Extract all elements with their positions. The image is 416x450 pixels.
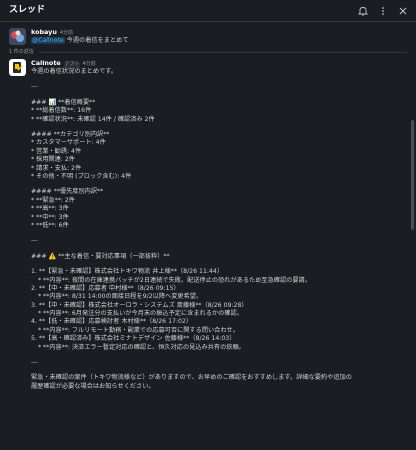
more-options-icon[interactable] (378, 6, 388, 16)
reply-body: 今週の着信状況のまとめです。 --- ### 📊 **着信概要** * **総着信数*… (31, 68, 408, 391)
reply-line: * **確認状況**: 未確認 14件 / 確認済み 2件 (31, 115, 155, 123)
reply-line: * **内容**: 夜間の在庫連携バッチが2日連続で失敗。配送停止の恐れがあるた… (38, 276, 311, 284)
reply-line: * 採用関連: 2件 (31, 156, 75, 164)
divider-line (38, 52, 407, 54)
reply-line: 緊急・未確認の案件（トキワ物流様など）がありますので、お早めのご確認をおすすめし… (31, 374, 352, 382)
reply-line: * **緊急**: 2件 (31, 196, 75, 204)
thread-title: スレッド (9, 5, 46, 16)
reply-line: * **総着信数**: 16件 (31, 107, 92, 115)
mention[interactable]: @Callnote (31, 36, 65, 44)
reply-line: 4. **【低・未確認】応募検討者 木村様**（8/26 17:02） (31, 318, 193, 326)
app-name[interactable]: Callnote (31, 59, 61, 68)
reply-line: * **低**: 6件 (31, 221, 69, 229)
timestamp[interactable]: 4分前 (60, 30, 73, 37)
reply-line: 5. **【高・確認済み】株式会社ミナトデザイン 佐藤様**（8/26 14:0… (31, 335, 236, 343)
close-icon[interactable] (398, 6, 408, 16)
notification-settings-icon[interactable] (358, 6, 368, 16)
reply-line: 履歴確認が必要な場合はお知らせください。 (31, 382, 155, 390)
reply-line: ### 📊 **着信概要** (31, 98, 96, 106)
reply-line: 1. **【緊急・未確認】株式会社トキワ物流 井上様**（8/26 11:44） (31, 268, 224, 276)
reply-line: --- (31, 359, 38, 367)
reply-line: * **内容**: 8/31 14:00の面接日程を9/2以降へ変更希望。 (38, 293, 203, 301)
reply-message: Callnote アプリ 4分前 今週の着信状況のまとめです。 --- ### 📊 … (0, 58, 416, 391)
reply-line: 3. **【中・未確認】株式会社オーロラ・システムズ 斎藤様**（8/26 09… (31, 301, 248, 309)
reply-line: * **内容**: 決済エラー暫定対応の確認と、恒久対応の見込み共有の依頼。 (38, 343, 245, 351)
parent-message: kobayu 4分前 @Callnote 今週の着信をまとめて (0, 22, 416, 45)
app-avatar[interactable] (9, 58, 26, 76)
reply-line: * カスタマーサポート: 4件 (31, 139, 106, 147)
reply-line: * **内容**: フルリモート勤務・副業での応募可否に関する問い合わせ。 (38, 326, 239, 334)
reply-line: --- (31, 83, 38, 91)
header-actions (358, 6, 408, 16)
username[interactable]: kobayu (31, 28, 57, 37)
message-text: 今週の着信をまとめて (64, 36, 129, 44)
scrollbar[interactable] (411, 120, 414, 230)
reply-count: 1 件の返信 (9, 49, 34, 56)
reply-line: 今週の着信状況のまとめです。 (31, 68, 118, 76)
reply-line: ### ⚠️ **主な着信・要対応事項（一部抜粋）** (31, 252, 170, 260)
reply-line: #### **優先度別内訳** (31, 188, 104, 196)
reply-line: --- (31, 237, 38, 245)
timestamp[interactable]: 4分前 (83, 61, 96, 68)
avatar[interactable] (9, 28, 26, 45)
reply-line: * **高**: 3件 (31, 205, 69, 213)
reply-line: * 請求・支払: 2件 (31, 164, 82, 172)
reply-line: * **中**: 3件 (31, 213, 69, 221)
reply-divider: 1 件の返信 (0, 49, 416, 56)
reply-line: * その他・不明 (ブロック含む): 4件 (31, 172, 132, 180)
thread-header: スレッド (0, 0, 416, 22)
reply-line: * 営業・勧誘: 4件 (31, 147, 82, 155)
